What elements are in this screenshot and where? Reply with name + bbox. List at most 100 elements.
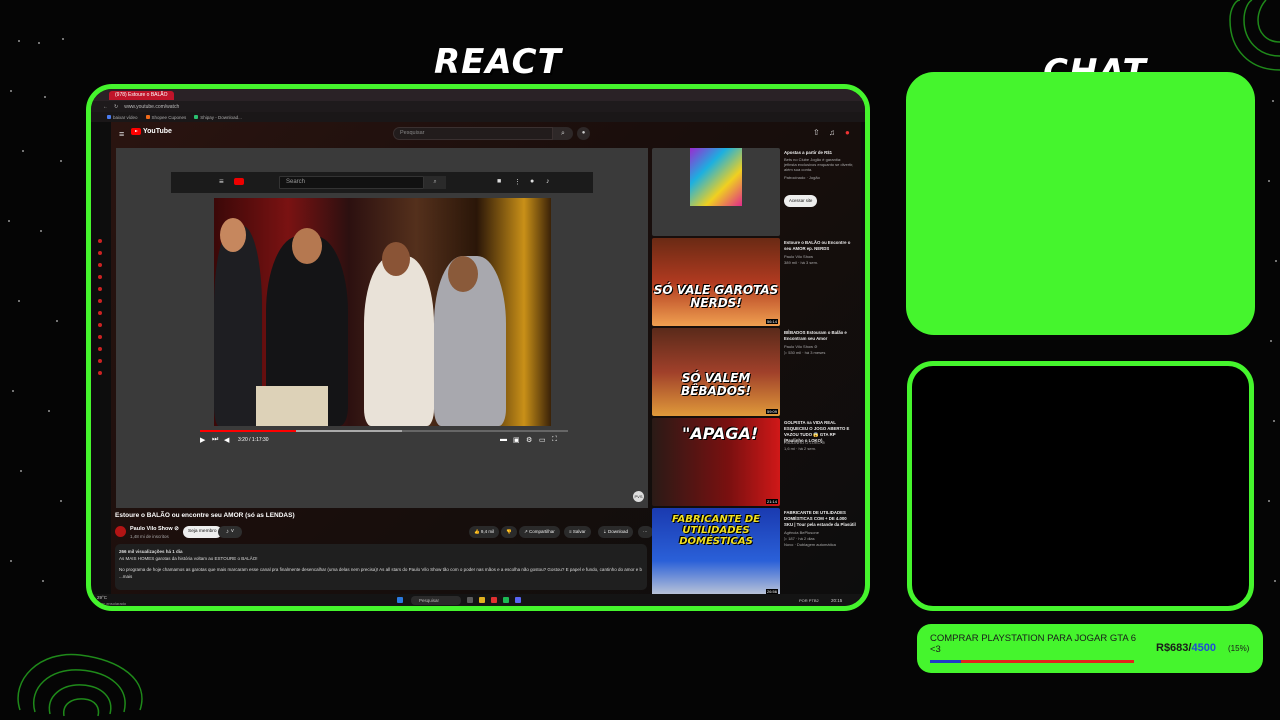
goal-amount: R$683/4500 — [1156, 642, 1216, 654]
sidebar-app-icon[interactable] — [98, 311, 102, 315]
channel-name[interactable]: Paulo Vilo Show ⊘ — [130, 526, 179, 532]
sidebar-app-icon[interactable] — [98, 239, 102, 243]
thumbnail-text: SÓ VALE GAROTAS NERDS! — [653, 283, 779, 310]
bookmark-item[interactable]: baixar vídeo — [107, 115, 138, 120]
download-icon: ⇣ — [603, 529, 607, 534]
next-icon[interactable]: ⏭ — [212, 436, 218, 444]
rec-channel[interactable]: Agência BePlusone — [784, 530, 819, 535]
camera-icon[interactable]: ■ — [497, 178, 501, 185]
inner-search-input[interactable]: Search — [279, 176, 424, 189]
settings-icon[interactable]: ⚙ — [526, 436, 532, 444]
fullscreen-icon[interactable]: ⛶ — [552, 436, 557, 444]
keyboard-lang[interactable]: POR PTB2 — [799, 598, 819, 603]
duration-badge: 56:14 — [765, 319, 778, 324]
list-item[interactable]: FABRICANTE DE UTILIDADES DOMÉSTICAS 26:5… — [652, 508, 857, 598]
youtube-logo[interactable]: YouTube — [131, 128, 172, 135]
list-item[interactable]: "APAGA! 21:14 GOLPISTA na VIDA REAL ESQU… — [652, 418, 857, 508]
bell-icon[interactable]: ♪ — [546, 178, 550, 185]
stream-overlay: REACT CHAT (978) Estoure o BALÃO ← ↻ www… — [0, 0, 1280, 720]
video-frame[interactable] — [214, 198, 551, 426]
like-button[interactable]: 👍 9,4 mil — [469, 526, 500, 538]
visit-site-button[interactable]: Acessar site — [784, 195, 818, 207]
chat-icon[interactable]: ● — [530, 178, 534, 185]
rec-title[interactable]: FABRICANTE DE UTILIDADES DOMÉSTICAS COM … — [784, 510, 856, 528]
play-icon[interactable]: ▶ — [200, 436, 205, 444]
sidebar-app-icon[interactable] — [98, 323, 102, 327]
weather-temp[interactable]: 29°C — [97, 595, 107, 600]
join-button[interactable]: Seja membro — [183, 526, 222, 538]
apps-grid-icon[interactable]: ⋮ — [514, 178, 521, 186]
description-stats: 266 mil visualizações há 1 dia — [119, 549, 183, 554]
ad-card[interactable]: Apostas a partir de R$1 Bets no Clube Jo… — [652, 148, 857, 238]
dislike-button[interactable]: 👎 — [501, 526, 517, 538]
download-button[interactable]: ⇣ Download — [598, 526, 634, 538]
ad-thumbnail[interactable] — [652, 148, 780, 236]
back-icon[interactable]: ← — [103, 104, 108, 110]
taskbar-search[interactable]: Pesquisar — [411, 596, 461, 605]
notifications-icon[interactable]: ♫ — [829, 128, 835, 137]
video-thumbnail[interactable]: "APAGA! 21:14 — [652, 418, 780, 506]
description-box[interactable]: 266 mil visualizações há 1 dia As MAIS H… — [115, 544, 647, 590]
channel-avatar[interactable] — [115, 526, 126, 537]
rec-title[interactable]: Estoure o BALÃO ou Encontre o seu AMOR e… — [784, 240, 856, 252]
volume-icon[interactable]: ◀ — [224, 436, 229, 444]
video-player[interactable]: ≡ Search ⌕ ■ ⋮ ● ♪ ▶ ⏭ ◀ 3:20 / 1:17:30 … — [116, 148, 648, 508]
sidebar-app-icon[interactable] — [98, 347, 102, 351]
autoplay-icon[interactable]: ▬ — [500, 436, 507, 443]
sidebar-app-icon[interactable] — [98, 299, 102, 303]
rec-channel[interactable]: Paulo Vilo Show ⊘ — [784, 344, 818, 349]
search-input[interactable]: Pesquisar — [393, 127, 553, 140]
bookmark-item[interactable]: Shipay - Download... — [194, 115, 242, 120]
share-button[interactable]: ↗ Compartilhar — [519, 526, 560, 538]
avatar[interactable]: ● — [845, 128, 850, 137]
progress-buffered — [295, 430, 403, 432]
file-explorer-icon[interactable] — [479, 597, 485, 603]
sidebar-app-icon[interactable] — [98, 359, 102, 363]
save-button[interactable]: ≡ Salvar — [564, 526, 591, 538]
video-thumbnail[interactable]: SÓ VALEM BÊBADOS! 59:09 — [652, 328, 780, 416]
browser-icon[interactable] — [491, 597, 497, 603]
channel-watermark-icon[interactable]: PVS — [633, 491, 644, 502]
discord-icon[interactable] — [515, 597, 521, 603]
voice-search-button[interactable]: ● — [577, 127, 590, 140]
sidebar-app-icon[interactable] — [98, 251, 102, 255]
inner-search-button[interactable]: ⌕ — [424, 176, 446, 189]
address-bar[interactable]: ← ↻ www.youtube.com/watch — [91, 101, 865, 112]
start-icon[interactable] — [397, 597, 403, 603]
sidebar-app-icon[interactable] — [98, 275, 102, 279]
url-text[interactable]: www.youtube.com/watch — [124, 104, 179, 110]
progress-bar[interactable] — [200, 430, 568, 432]
inner-youtube-logo[interactable] — [234, 178, 244, 185]
save-icon: ≡ — [569, 529, 572, 534]
task-view-icon[interactable] — [467, 597, 473, 603]
browser-tab[interactable]: (978) Estoure o BALÃO — [109, 90, 174, 100]
miniplayer-icon[interactable]: ▭ — [539, 436, 546, 444]
rec-title[interactable]: BÊBADOS Estouram o Balão e Encontram seu… — [784, 330, 856, 342]
sidebar-app-icon[interactable] — [98, 371, 102, 375]
list-item[interactable]: SÓ VALE GAROTAS NERDS! 56:14 Estoure o B… — [652, 238, 857, 328]
upload-icon[interactable]: ⇧ — [813, 128, 820, 137]
goal-percent: (15%) — [1228, 644, 1250, 653]
weather-desc: Parc ensolarado — [97, 601, 127, 606]
subscribe-bell-button[interactable]: ♪ ˅ — [218, 526, 242, 538]
rec-title[interactable]: Apostas a partir de R$1 — [784, 150, 856, 156]
rec-channel[interactable]: PAULINHO O LOKO ⊘ — [784, 440, 825, 445]
hamburger-menu-icon[interactable]: ≡ — [119, 129, 124, 139]
clock[interactable]: 20:15 — [831, 598, 842, 603]
more-actions-button[interactable]: ⋯ — [638, 526, 653, 538]
bookmark-item[interactable]: Shopee Cupones — [145, 115, 186, 120]
rec-channel[interactable]: Paulo Vilo Show — [784, 254, 813, 259]
video-thumbnail[interactable]: SÓ VALE GAROTAS NERDS! 56:14 — [652, 238, 780, 326]
refresh-icon[interactable]: ↻ — [114, 104, 118, 110]
sidebar-app-icon[interactable] — [98, 335, 102, 339]
list-item[interactable]: SÓ VALEM BÊBADOS! 59:09 BÊBADOS Estouram… — [652, 328, 857, 418]
video-thumbnail[interactable]: FABRICANTE DE UTILIDADES DOMÉSTICAS 26:5… — [652, 508, 780, 596]
subtitles-icon[interactable]: ▣ — [513, 436, 520, 444]
donation-goal: COMPRAR PLAYSTATION PARA JOGAR GTA 6 <3 … — [917, 624, 1263, 673]
sidebar-app-icon[interactable] — [98, 287, 102, 291]
inner-menu-icon[interactable]: ≡ — [219, 177, 224, 186]
spotify-icon[interactable] — [503, 597, 509, 603]
search-button[interactable]: ⌕ — [553, 127, 573, 140]
sidebar-app-icon[interactable] — [98, 263, 102, 267]
rec-sponsor: Patrocinado · Jogão — [784, 175, 820, 180]
